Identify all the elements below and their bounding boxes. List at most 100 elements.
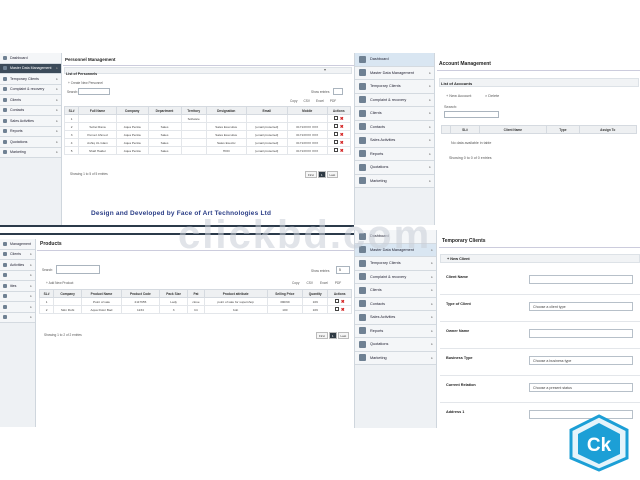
delete-icon[interactable]: ✖: [340, 140, 344, 145]
sidebar-item-7[interactable]: ▸: [0, 312, 35, 323]
export-copy-button[interactable]: Copy: [290, 99, 297, 103]
column-header[interactable]: Department: [147, 106, 182, 115]
sidebar-item-2[interactable]: Activities ▸: [0, 260, 35, 271]
column-header[interactable]: Type: [546, 125, 580, 134]
page-button[interactable]: First: [305, 171, 317, 178]
page-button[interactable]: 1: [328, 332, 337, 339]
export-excel-button[interactable]: Excel: [320, 281, 328, 285]
sidebar-item-2[interactable]: Temporary Clients ▸: [355, 80, 434, 94]
sidebar-item-2[interactable]: Temporary Clients ▸: [0, 74, 61, 85]
delete-icon[interactable]: ✖: [341, 307, 345, 312]
edit-icon[interactable]: [333, 132, 338, 136]
column-header[interactable]: Pack Size: [158, 289, 189, 298]
sidebar-item-6[interactable]: Sales Activities ▸: [355, 134, 434, 148]
delete-icon[interactable]: ✖: [340, 116, 344, 121]
delete-button[interactable]: × Delete: [485, 94, 499, 98]
search-input[interactable]: [56, 265, 100, 274]
form-field[interactable]: Choose a present status: [529, 383, 633, 392]
collapse-icon[interactable]: ▾: [324, 67, 326, 72]
sidebar-item-2[interactable]: Temporary Clients ▸: [355, 257, 436, 271]
create-personnel-button[interactable]: + Create New Personnel: [68, 81, 103, 85]
delete-icon[interactable]: ✖: [340, 124, 344, 129]
column-header[interactable]: Client Name: [478, 125, 548, 134]
sidebar-item-6[interactable]: Sales Activities ▸: [355, 311, 436, 325]
column-header[interactable]: SL#: [63, 106, 80, 115]
edit-icon[interactable]: [333, 140, 338, 144]
sidebar-item-9[interactable]: Marketing ▸: [0, 147, 61, 158]
search-input[interactable]: [444, 111, 499, 118]
export-csv-button[interactable]: CSV: [306, 281, 313, 285]
column-header[interactable]: Company: [115, 106, 149, 115]
sidebar-item-4[interactable]: ities ▸: [0, 281, 35, 292]
delete-icon[interactable]: ✖: [341, 299, 345, 304]
page-button[interactable]: First: [316, 332, 328, 339]
sidebar-item-1[interactable]: Master Data Management ▸: [355, 66, 434, 80]
sidebar-item-4[interactable]: Clients ▸: [355, 284, 436, 298]
column-header[interactable]: Company: [53, 289, 83, 298]
sidebar-item-9[interactable]: Marketing ▸: [355, 351, 436, 365]
edit-icon[interactable]: [333, 148, 338, 152]
sidebar-item-1[interactable]: Clients ▸: [0, 249, 35, 260]
export-copy-button[interactable]: Copy: [292, 281, 299, 285]
delete-icon[interactable]: ✖: [340, 132, 344, 137]
page-button[interactable]: Last: [337, 332, 350, 339]
sidebar-item-7[interactable]: Reports ▸: [355, 147, 434, 161]
sidebar-item-0[interactable]: Dashboard: [355, 53, 434, 67]
column-header[interactable]: Email: [245, 106, 288, 115]
form-field[interactable]: [529, 329, 633, 338]
column-header[interactable]: Assign To: [578, 125, 638, 134]
export-pdf-button[interactable]: PDF: [335, 281, 341, 285]
sidebar-item-4[interactable]: Clients ▸: [355, 107, 434, 121]
column-header[interactable]: Mobile: [286, 106, 328, 115]
sidebar-item-4[interactable]: Clients ▸: [0, 95, 61, 106]
sidebar-item-0[interactable]: Dashboard: [0, 53, 61, 64]
column-header[interactable]: Actions: [326, 106, 352, 115]
sidebar-item-5[interactable]: Contacts ▸: [355, 297, 436, 311]
sidebar-item-1[interactable]: Master Data Management ▸: [0, 63, 61, 74]
sidebar-item-6[interactable]: ▸: [0, 302, 35, 313]
column-header[interactable]: Product Name: [81, 289, 122, 298]
sidebar-item-0[interactable]: Management: [0, 239, 35, 250]
page-button[interactable]: Last: [326, 171, 339, 178]
add-product-button[interactable]: + Add New Product: [46, 281, 73, 285]
column-header[interactable]: Selling Price: [266, 289, 304, 298]
sidebar-item-7[interactable]: Reports ▸: [0, 126, 61, 137]
column-header[interactable]: SL#: [450, 125, 480, 134]
page-button[interactable]: 1: [317, 171, 326, 178]
export-csv-button[interactable]: CSV: [303, 99, 310, 103]
edit-icon[interactable]: [333, 124, 338, 128]
sidebar-item-7[interactable]: Reports ▸: [355, 324, 436, 338]
delete-icon[interactable]: ✖: [340, 148, 344, 153]
sidebar-item-5[interactable]: ▸: [0, 291, 35, 302]
form-field[interactable]: Choose a client type: [529, 302, 633, 311]
edit-icon[interactable]: [334, 307, 339, 311]
sidebar-item-5[interactable]: Contacts ▸: [355, 120, 434, 134]
column-header[interactable]: Territory: [180, 106, 207, 115]
edit-icon[interactable]: [334, 299, 339, 303]
column-header[interactable]: Actions: [327, 289, 352, 298]
column-header[interactable]: Full Name: [78, 106, 117, 115]
sidebar-item-3[interactable]: ▸: [0, 270, 35, 281]
column-header[interactable]: SL#: [38, 289, 55, 298]
column-header[interactable]: Quantity: [302, 289, 329, 298]
search-input[interactable]: [78, 88, 110, 95]
form-field[interactable]: [529, 275, 633, 284]
sidebar-item-3[interactable]: Complaint & recovery ▸: [355, 93, 434, 107]
sidebar-item-5[interactable]: Contacts ▸: [0, 105, 61, 116]
column-header[interactable]: Product attribute: [203, 289, 268, 298]
new-account-button[interactable]: + New Account: [446, 94, 471, 98]
column-header[interactable]: Pat: [187, 289, 205, 298]
column-header[interactable]: Product Code: [120, 289, 160, 298]
sidebar-item-8[interactable]: Quotations ▸: [355, 338, 436, 352]
edit-icon[interactable]: [333, 116, 338, 120]
sidebar-item-8[interactable]: Quotations ▸: [0, 137, 61, 148]
entries-select[interactable]: 5: [336, 266, 350, 274]
column-header[interactable]: Designation: [205, 106, 247, 115]
new-client-button[interactable]: + New Client: [447, 257, 470, 261]
entries-select[interactable]: [333, 88, 343, 95]
sidebar-item-6[interactable]: Sales Activities ▸: [0, 116, 61, 127]
sidebar-item-3[interactable]: Complaint & recovery ▸: [0, 84, 61, 95]
sidebar-item-9[interactable]: Marketing ▸: [355, 174, 434, 188]
column-header[interactable]: [440, 125, 452, 134]
export-pdf-button[interactable]: PDF: [330, 99, 336, 103]
